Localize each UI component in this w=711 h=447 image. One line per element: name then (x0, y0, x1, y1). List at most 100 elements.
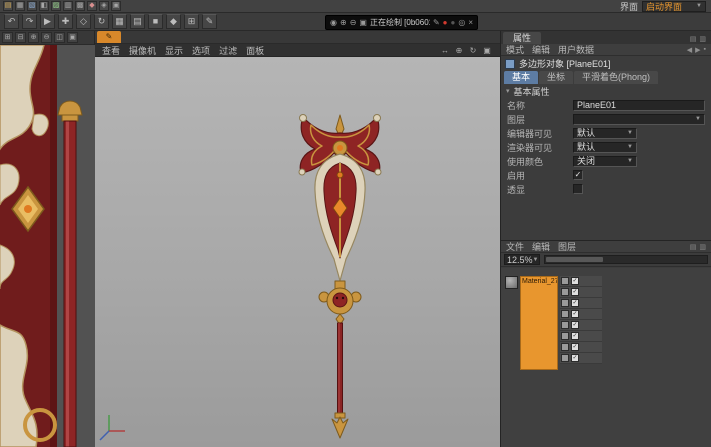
viewport-menu-item[interactable]: 显示 (165, 44, 183, 57)
material-name[interactable]: Material_27 (520, 276, 558, 370)
layer-visibility-checkbox[interactable]: ✓ (571, 288, 579, 296)
history-nav-icon[interactable]: ▪ (704, 46, 706, 54)
toolbar-icon[interactable]: ↶ (4, 14, 19, 29)
toolbar-icon[interactable]: ✎ (202, 14, 217, 29)
layer-row[interactable]: ✓ (560, 320, 602, 331)
history-nav-icon[interactable]: ◀ (687, 46, 692, 54)
enabled-checkbox[interactable]: ✓ (573, 170, 583, 180)
tab-coordinates[interactable]: 坐标 (539, 71, 573, 84)
layer-row[interactable]: ✓ (560, 287, 602, 298)
texture-tool-icon[interactable]: ⊕ (28, 32, 39, 43)
layer-visibility-checkbox[interactable]: ✓ (571, 310, 579, 318)
render-visibility-dropdown[interactable]: 默认 ▼ (573, 142, 637, 153)
quick-icon[interactable]: ▧ (27, 1, 37, 11)
name-input[interactable]: PlaneE01 (573, 100, 705, 111)
camera-icon[interactable]: ◎ (458, 16, 465, 29)
tab-phong[interactable]: 平滑着色(Phong) (574, 71, 658, 84)
active-paint-tool-tab[interactable]: ✎ (97, 31, 121, 43)
layer-visibility-checkbox[interactable]: ✓ (571, 299, 579, 307)
viewport-control-icon[interactable]: ▣ (481, 45, 493, 56)
toolbar-icon[interactable]: ✚ (58, 14, 73, 29)
texture-tool-icon[interactable]: ⊞ (2, 32, 13, 43)
field-row-enabled: 启用 ✓ (501, 168, 711, 182)
layer-row[interactable]: ✓ (560, 298, 602, 309)
pencil-icon[interactable]: ✎ (433, 16, 440, 29)
quick-icon[interactable]: ▤ (3, 1, 13, 11)
texture-tool-icon[interactable]: ◫ (54, 32, 65, 43)
texture-tool-icon[interactable]: ⊟ (15, 32, 26, 43)
materials-menu-item[interactable]: 编辑 (532, 240, 550, 253)
viewport-menu-item[interactable]: 选项 (192, 44, 210, 57)
layer-visibility-checkbox[interactable]: ✓ (571, 332, 579, 340)
horizontal-scrollbar[interactable] (544, 255, 708, 264)
viewport-control-icon[interactable]: ↔ (439, 45, 451, 56)
toolbar-icon[interactable]: ↻ (94, 14, 109, 29)
editor-visibility-dropdown[interactable]: 默认 ▼ (573, 128, 637, 139)
xray-checkbox[interactable] (573, 184, 583, 194)
layer-row[interactable]: ✓ (560, 276, 602, 287)
layer-row[interactable]: ✓ (560, 331, 602, 342)
scrollbar-thumb[interactable] (546, 257, 603, 262)
toolbar-icon[interactable]: ▤ (130, 14, 145, 29)
zoom-select[interactable]: 12.5% ▼ (504, 254, 540, 265)
toolbar-icon[interactable]: ■ (148, 14, 163, 29)
toolbar-icon[interactable]: ↷ (22, 14, 37, 29)
paintbar-icon[interactable]: ◉ (330, 16, 337, 29)
layer-row[interactable]: ✓ (560, 353, 602, 364)
quick-icon[interactable]: ◈ (99, 1, 109, 11)
panel-menu-icon[interactable]: ▤ (690, 243, 697, 251)
basic-properties-section[interactable]: ▾ 基本属性 (501, 84, 711, 98)
toolbar-icon[interactable]: ⊞ (184, 14, 199, 29)
quick-icon[interactable]: ▥ (63, 1, 73, 11)
material-thumbnail[interactable] (505, 276, 518, 289)
paintbar-icon[interactable]: ⊕ (340, 16, 347, 29)
use-color-label: 使用颜色 (507, 155, 569, 168)
layer-thumbnail (561, 277, 569, 285)
layer-visibility-checkbox[interactable]: ✓ (571, 321, 579, 329)
history-nav-icon[interactable]: ▶ (695, 46, 700, 54)
viewport-control-icon[interactable]: ↻ (467, 45, 479, 56)
quick-icon[interactable]: ◆ (87, 1, 97, 11)
quick-icon[interactable]: ▦ (15, 1, 25, 11)
viewport-control-icon[interactable]: ⊕ (453, 45, 465, 56)
layer-dropdown[interactable]: ▼ (573, 114, 705, 125)
toolbar-icon[interactable]: ▦ (112, 14, 127, 29)
attributes-menu-item[interactable]: 编辑 (532, 43, 550, 56)
layer-visibility-checkbox[interactable]: ✓ (571, 277, 579, 285)
attributes-menu-item[interactable]: 用户数据 (558, 43, 594, 56)
layer-visibility-checkbox[interactable]: ✓ (571, 354, 579, 362)
viewport-canvas[interactable] (95, 57, 500, 447)
layer-row[interactable]: ✓ (560, 342, 602, 353)
record-icon[interactable]: ● (443, 16, 448, 29)
viewport-menu-item[interactable]: 过滤 (219, 44, 237, 57)
viewport-menu-item[interactable]: 摄像机 (129, 44, 156, 57)
layer-visibility-checkbox[interactable]: ✓ (571, 343, 579, 351)
paintbar-icon[interactable]: ⊖ (350, 16, 357, 29)
quick-icon[interactable]: ▣ (111, 1, 121, 11)
texture-tool-icon[interactable]: ▣ (67, 32, 78, 43)
panel-menu-icon[interactable]: ▥ (699, 243, 706, 251)
close-icon[interactable]: × (468, 16, 473, 29)
texture-tool-icon[interactable]: ⊖ (41, 32, 52, 43)
paintbar-icon[interactable]: ▣ (359, 16, 367, 29)
viewport-menu-item[interactable]: 面板 (246, 44, 264, 57)
use-color-dropdown[interactable]: 关闭 ▼ (573, 156, 637, 167)
toolbar-icon[interactable]: ▶ (40, 14, 55, 29)
materials-menu-item[interactable]: 文件 (506, 240, 524, 253)
toolbar-icon[interactable]: ◇ (76, 14, 91, 29)
quick-icon[interactable]: ◧ (39, 1, 49, 11)
materials-menu-item[interactable]: 图层 (558, 240, 576, 253)
panel-menu-icon[interactable]: ▤ (690, 35, 697, 43)
texture-canvas[interactable] (0, 45, 95, 447)
layer-row[interactable]: ✓ (560, 309, 602, 320)
quick-icon[interactable]: ▩ (75, 1, 85, 11)
stop-icon[interactable]: ● (451, 16, 456, 29)
tab-basic[interactable]: 基本 (504, 71, 538, 84)
field-row-use-color: 使用颜色 关闭 ▼ (501, 154, 711, 168)
attributes-menu-item[interactable]: 模式 (506, 43, 524, 56)
viewport-menu-item[interactable]: 查看 (102, 44, 120, 57)
panel-menu-icon[interactable]: ▥ (699, 35, 706, 43)
quick-icon[interactable]: ▨ (51, 1, 61, 11)
toolbar-icon[interactable]: ◆ (166, 14, 181, 29)
layout-dropdown[interactable]: 启动界面 ▼ (642, 1, 706, 12)
